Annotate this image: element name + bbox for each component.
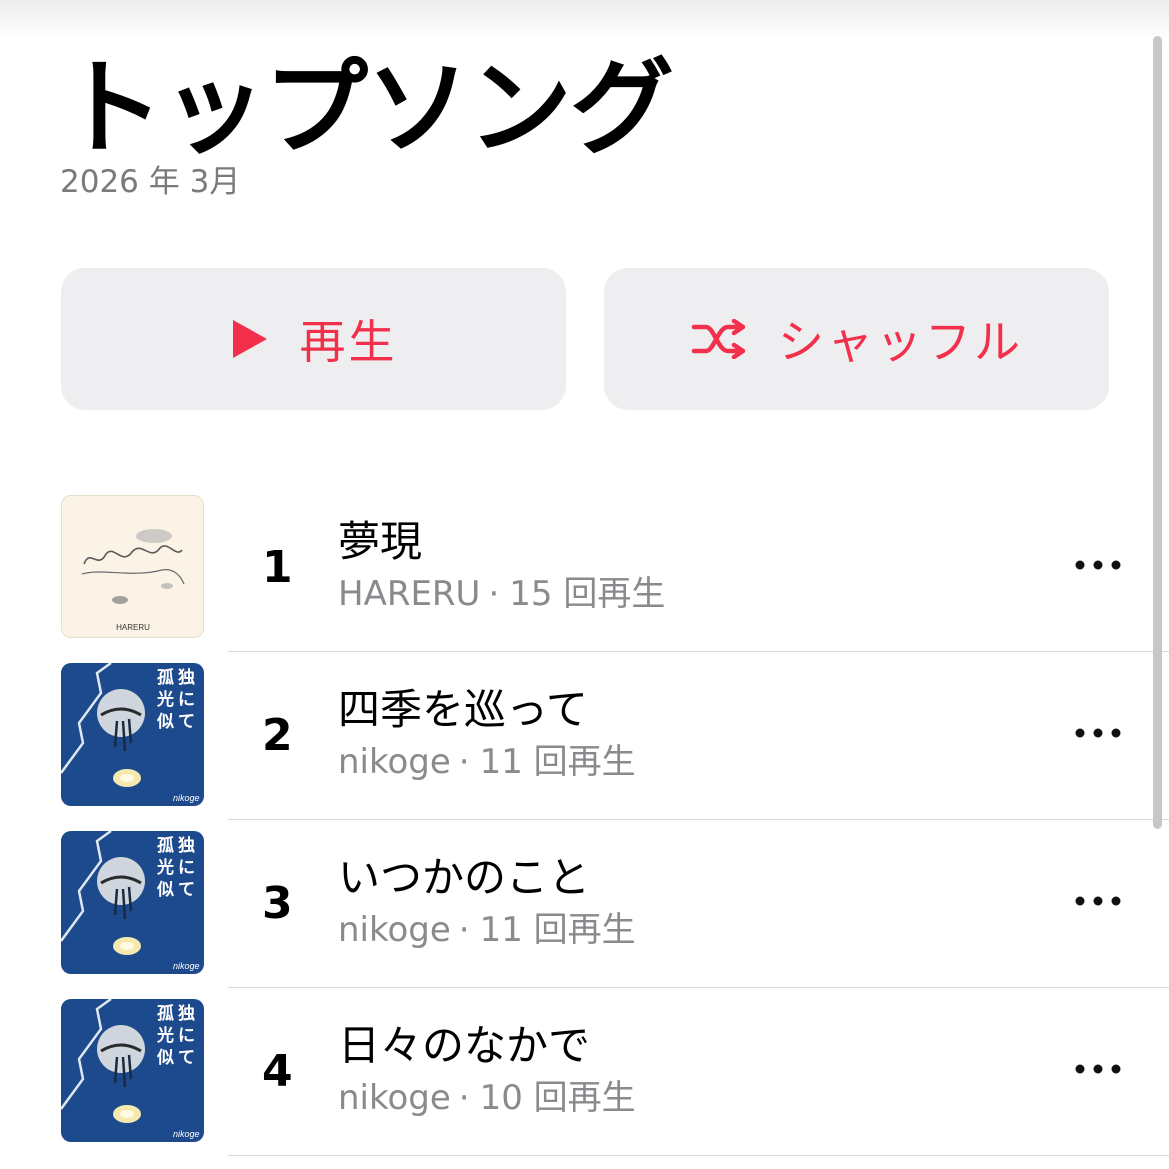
track-plays: 11 回再生 bbox=[479, 742, 636, 782]
top-shade bbox=[0, 0, 1169, 40]
track-plays: 10 回再生 bbox=[479, 1078, 636, 1118]
track-title: いつかのこと bbox=[338, 853, 591, 902]
meta-separator: · bbox=[458, 1078, 470, 1118]
track-title: 四季を巡って bbox=[338, 685, 588, 734]
track-meta: nikoge · 11 回再生 bbox=[338, 909, 636, 951]
more-options-button[interactable] bbox=[1070, 550, 1126, 580]
shuffle-button[interactable]: シャッフル bbox=[604, 268, 1109, 410]
svg-text:に: に bbox=[178, 1026, 195, 1046]
track-artist: nikoge bbox=[338, 910, 451, 950]
svg-text:て: て bbox=[178, 880, 195, 900]
track-title: 夢現 bbox=[338, 517, 423, 566]
meta-separator: · bbox=[458, 910, 470, 950]
meta-separator: · bbox=[458, 742, 470, 782]
album-art-label: nikoge bbox=[173, 1129, 200, 1139]
row-divider bbox=[228, 651, 1169, 652]
track-row-4[interactable]: 孤 光 似 独 に て は nikoge 4 日々のなかで nikoge·10 … bbox=[0, 999, 1169, 1167]
album-art-label: nikoge bbox=[173, 793, 200, 803]
svg-text:似: 似 bbox=[156, 1048, 174, 1068]
svg-text:孤: 孤 bbox=[157, 667, 174, 688]
meta-separator: · bbox=[488, 574, 500, 614]
track-row-3[interactable]: 孤 光 似 独 に て は nikoge 3 いつかのこと nikoge·11 … bbox=[0, 831, 1169, 999]
svg-text:似: 似 bbox=[156, 880, 174, 900]
track-meta: nikoge · 11 回再生 bbox=[338, 741, 636, 783]
track-plays: 15 回再生 bbox=[509, 574, 666, 614]
more-options-button[interactable] bbox=[1070, 886, 1126, 916]
track-plays: 11 回再生 bbox=[479, 910, 636, 950]
track-meta: nikoge · 10 回再生 bbox=[338, 1077, 636, 1119]
row-divider bbox=[228, 1155, 1169, 1156]
album-art-nikoge: 孤 光 似 独 に て は nikoge bbox=[61, 663, 204, 806]
more-icon bbox=[1075, 560, 1121, 570]
track-rank: 3 bbox=[262, 878, 293, 929]
svg-text:て: て bbox=[178, 712, 195, 732]
track-title: 日々のなかで bbox=[338, 1021, 591, 1070]
track-rank: 4 bbox=[262, 1046, 293, 1097]
svg-text:に: に bbox=[178, 690, 195, 710]
more-icon bbox=[1075, 896, 1121, 906]
top-songs-screen: トップソング 2026 年 3月 再生 シャッフル HARERU 1 夢現 HA… bbox=[0, 0, 1169, 1169]
svg-text:独: 独 bbox=[178, 835, 195, 856]
scrollbar[interactable] bbox=[1153, 36, 1162, 829]
album-art-nikoge: 孤 光 似 独 に て は nikoge bbox=[61, 999, 204, 1142]
page-subtitle: 2026 年 3月 bbox=[60, 164, 241, 200]
album-art-label: nikoge bbox=[173, 961, 200, 971]
more-icon bbox=[1075, 1064, 1121, 1074]
shuffle-button-label: シャッフル bbox=[778, 315, 1023, 369]
track-artist: HARERU bbox=[338, 574, 481, 614]
row-divider bbox=[228, 819, 1169, 820]
svg-text:光: 光 bbox=[156, 689, 174, 710]
row-divider bbox=[228, 987, 1169, 988]
more-options-button[interactable] bbox=[1070, 718, 1126, 748]
track-row-1[interactable]: HARERU 1 夢現 HARERU · 15 回再生 bbox=[0, 495, 1169, 663]
track-rank: 2 bbox=[262, 710, 293, 761]
svg-text:光: 光 bbox=[156, 1025, 174, 1046]
track-artist: nikoge bbox=[338, 1078, 451, 1118]
shuffle-icon bbox=[690, 319, 748, 359]
more-options-button[interactable] bbox=[1070, 1054, 1126, 1084]
more-icon bbox=[1075, 728, 1121, 738]
svg-text:似: 似 bbox=[156, 712, 174, 732]
play-button[interactable]: 再生 bbox=[61, 268, 566, 410]
svg-text:孤: 孤 bbox=[157, 835, 174, 856]
track-meta: HARERU · 15 回再生 bbox=[338, 573, 665, 615]
page-title: トップソング bbox=[60, 47, 674, 169]
svg-text:に: に bbox=[178, 858, 195, 878]
play-icon bbox=[230, 317, 270, 361]
svg-text:独: 独 bbox=[178, 667, 195, 688]
album-art-label: HARERU bbox=[116, 623, 150, 632]
svg-text:光: 光 bbox=[156, 857, 174, 878]
track-row-2[interactable]: 孤 光 似 独 に て は nikoge 2 四季を巡って nikoge·11 … bbox=[0, 663, 1169, 831]
svg-text:独: 独 bbox=[178, 1003, 195, 1024]
track-rank: 1 bbox=[262, 542, 293, 593]
album-art-nikoge: 孤 光 似 独 に て は nikoge bbox=[61, 831, 204, 974]
svg-text:て: て bbox=[178, 1048, 195, 1068]
track-artist: nikoge bbox=[338, 742, 451, 782]
svg-text:孤: 孤 bbox=[157, 1003, 174, 1024]
play-button-label: 再生 bbox=[299, 315, 398, 369]
album-art-hareru: HARERU bbox=[61, 495, 204, 638]
